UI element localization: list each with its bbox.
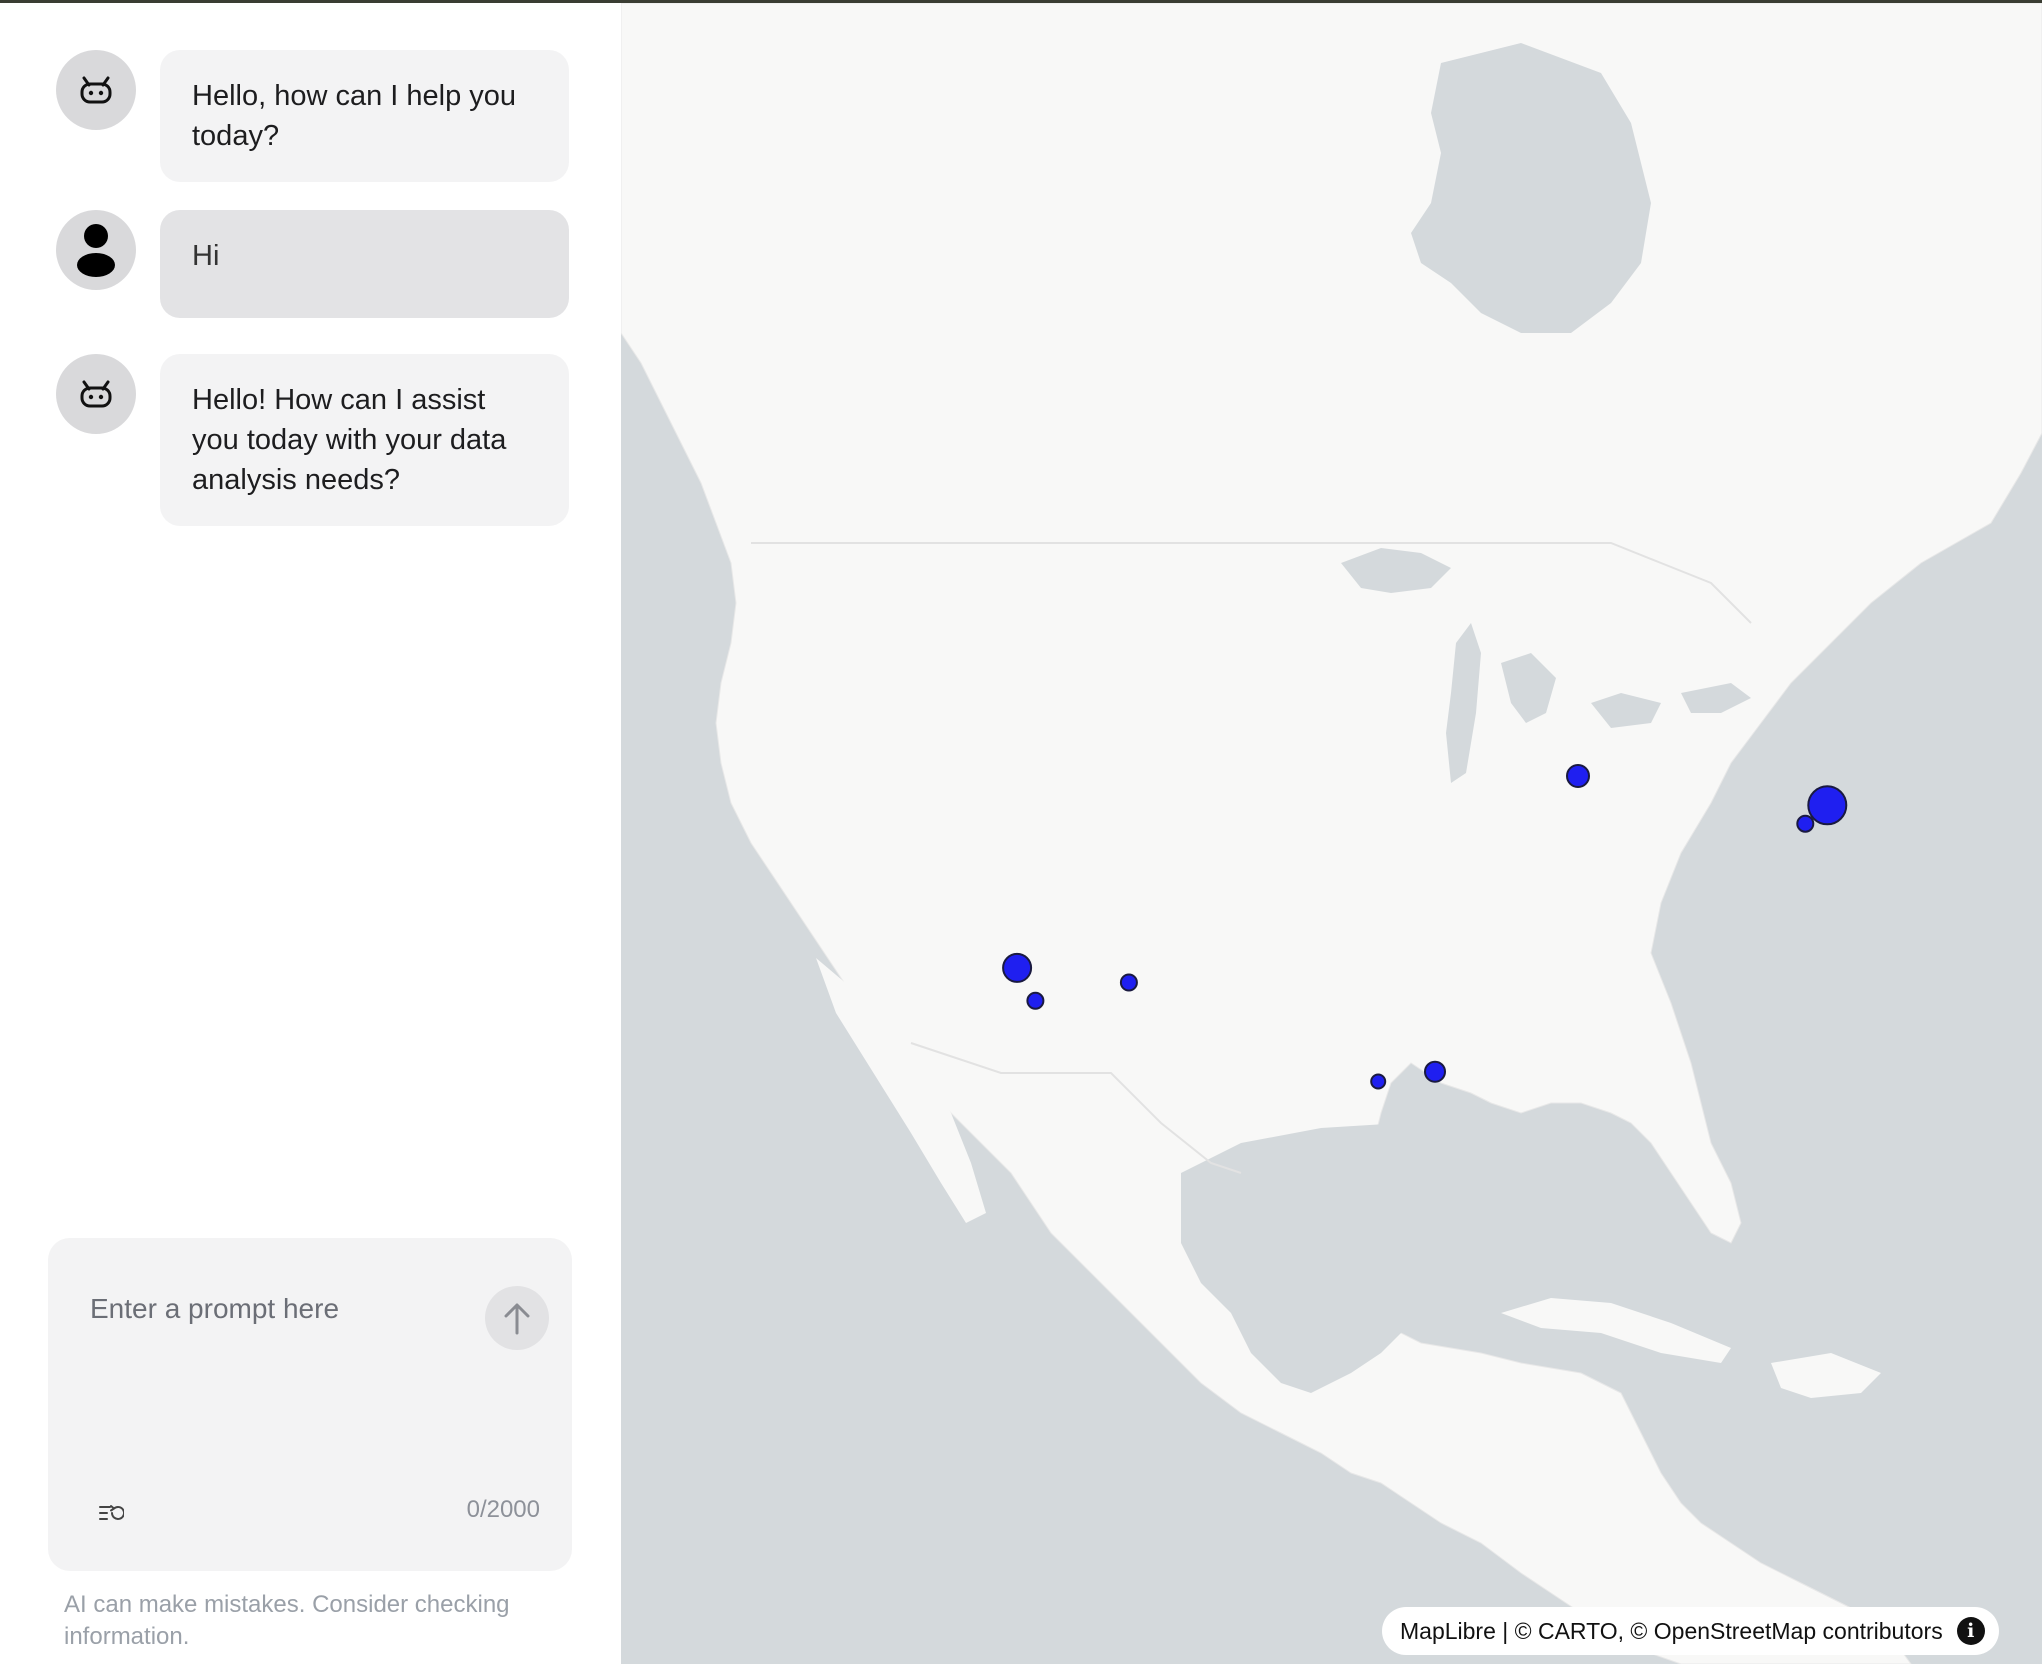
map-marker[interactable]	[1796, 814, 1815, 833]
user-icon	[77, 224, 115, 277]
robot-icon	[80, 76, 112, 104]
map-marker[interactable]	[1424, 1060, 1446, 1083]
map-marker[interactable]	[1026, 991, 1045, 1010]
map-marker[interactable]	[1807, 785, 1848, 826]
prompt-history-icon[interactable]	[98, 1500, 124, 1526]
assistant-avatar	[56, 50, 136, 130]
attribution-text: MapLibre | © CARTO, © OpenStreetMap cont…	[1400, 1617, 1943, 1644]
arrow-up-icon	[504, 1303, 530, 1335]
map-canvas[interactable]	[621, 3, 2042, 1664]
chat-message-assistant: Hello, how can I help you today?	[56, 50, 569, 182]
chat-panel: Hello, how can I help you today? Hi Hell…	[0, 3, 621, 1664]
map-marker[interactable]	[1002, 952, 1033, 983]
user-avatar	[56, 210, 136, 290]
assistant-message-bubble: Hello! How can I assist you today with y…	[160, 354, 569, 526]
prompt-input[interactable]	[88, 1278, 492, 1340]
robot-icon	[80, 380, 112, 408]
assistant-avatar	[56, 354, 136, 434]
map-view[interactable]: MapLibre | © CARTO, © OpenStreetMap cont…	[621, 3, 2042, 1664]
map-marker[interactable]	[1566, 764, 1590, 788]
land-hispaniola	[1771, 1353, 1881, 1398]
map-marker[interactable]	[1370, 1073, 1387, 1090]
user-message-bubble: Hi	[160, 210, 569, 318]
assistant-message-bubble: Hello, how can I help you today?	[160, 50, 569, 182]
info-icon[interactable]: i	[1956, 1617, 1985, 1645]
chat-message-user: Hi	[56, 210, 569, 318]
character-counter: 0/2000	[466, 1496, 540, 1523]
land-cuba	[1501, 1298, 1731, 1363]
land-north-america	[621, 3, 2042, 1664]
prompt-composer: 0/2000	[48, 1238, 572, 1571]
ai-disclaimer: AI can make mistakes. Consider checking …	[64, 1591, 510, 1650]
send-button[interactable]	[485, 1286, 549, 1350]
map-attribution: MapLibre | © CARTO, © OpenStreetMap cont…	[1382, 1607, 1999, 1655]
chat-message-assistant: Hello! How can I assist you today with y…	[56, 354, 569, 526]
map-marker[interactable]	[1119, 973, 1138, 992]
